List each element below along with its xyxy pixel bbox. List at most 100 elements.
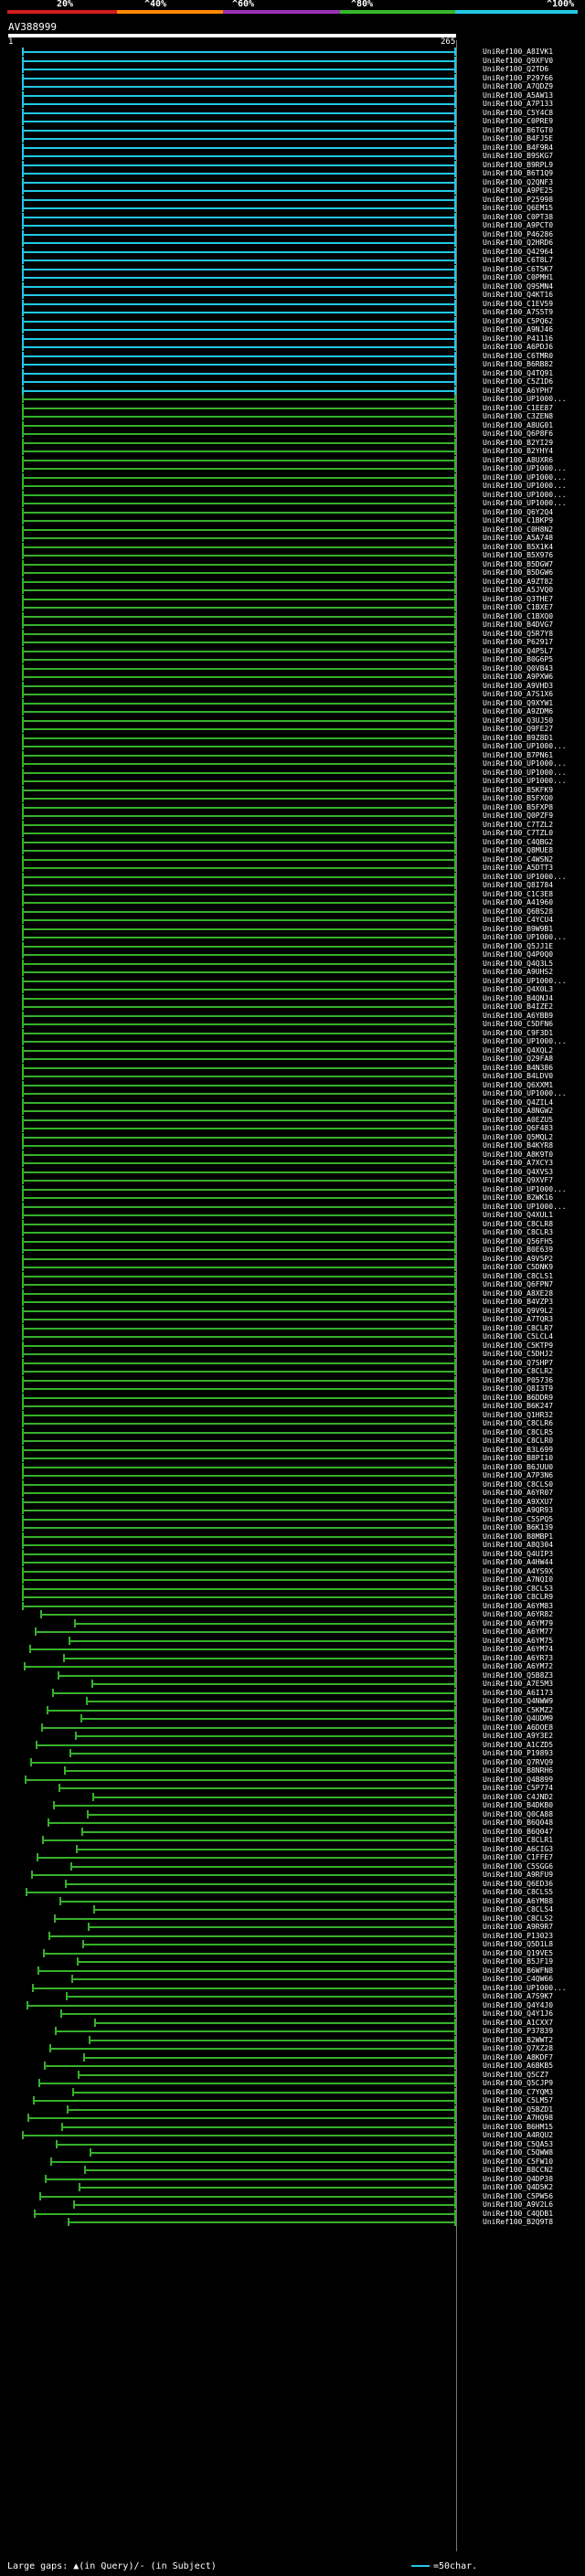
hit-name[interactable]: UniRef100_B9SKG7 xyxy=(483,152,553,160)
hit-row[interactable]: UniRef100_A6DOE8 xyxy=(0,1723,585,1732)
hit-name[interactable]: UniRef100_C8CLS0 xyxy=(483,1480,553,1489)
hit-row[interactable]: UniRef100_UP1000... xyxy=(0,1202,585,1211)
hit-name[interactable]: UniRef100_B6DDR9 xyxy=(483,1394,553,1402)
hit-name[interactable]: UniRef100_UP1000... xyxy=(483,769,567,777)
hit-name[interactable]: UniRef100_C8CLR9 xyxy=(483,1593,553,1601)
hit-row[interactable]: UniRef100_Q6FPN7 xyxy=(0,1280,585,1288)
hit-row[interactable]: UniRef100_C5DNK9 xyxy=(0,1263,585,1271)
hit-row[interactable]: UniRef100_A7P133 xyxy=(0,100,585,108)
hit-name[interactable]: UniRef100_C5SGG6 xyxy=(483,1862,553,1871)
hit-name[interactable]: UniRef100_UP1000... xyxy=(483,464,567,472)
hit-name[interactable]: UniRef100_B6Q048 xyxy=(483,1818,553,1827)
hit-row[interactable]: UniRef100_UP1000... xyxy=(0,872,585,881)
hit-row[interactable]: UniRef100_A41960 xyxy=(0,898,585,906)
hit-row[interactable]: UniRef100_Q4Q3L5 xyxy=(0,959,585,968)
hit-name[interactable]: UniRef100_Q5JJ1E xyxy=(483,942,553,950)
hit-row[interactable]: UniRef100_B4KYR8 xyxy=(0,1141,585,1150)
hit-row[interactable]: UniRef100_A6YM83 xyxy=(0,1601,585,1610)
hit-row[interactable]: UniRef100_C5KTP9 xyxy=(0,1341,585,1350)
hit-row[interactable]: UniRef100_C8CLR6 xyxy=(0,1419,585,1427)
hit-name[interactable]: UniRef100_B2YHY4 xyxy=(483,447,553,455)
hit-name[interactable]: UniRef100_C1BXE7 xyxy=(483,603,553,611)
hit-row[interactable]: UniRef100_Q19VE5 xyxy=(0,1948,585,1957)
hit-row[interactable]: UniRef100_Q4X0L3 xyxy=(0,985,585,993)
hit-row[interactable]: UniRef100_A7HQ98 xyxy=(0,2114,585,2122)
hit-row[interactable]: UniRef100_UP1000... xyxy=(0,482,585,490)
hit-row[interactable]: UniRef100_A9VHD3 xyxy=(0,681,585,690)
hit-name[interactable]: UniRef100_Q4DP38 xyxy=(483,2175,553,2183)
hit-row[interactable]: UniRef100_C8CLS3 xyxy=(0,1584,585,1593)
hit-name[interactable]: UniRef100_UP1000... xyxy=(483,873,567,881)
hit-name[interactable]: UniRef100_P41116 xyxy=(483,334,553,343)
hit-row[interactable]: UniRef100_Q3UJ50 xyxy=(0,716,585,725)
hit-row[interactable]: UniRef100_A6I173 xyxy=(0,1688,585,1697)
hit-row[interactable]: UniRef100_Q42964 xyxy=(0,247,585,256)
hit-row[interactable]: UniRef100_C5LCL4 xyxy=(0,1332,585,1341)
hit-row[interactable]: UniRef100_UP1000... xyxy=(0,472,585,482)
hit-name[interactable]: UniRef100_Q2TD6 xyxy=(483,65,548,73)
hit-name[interactable]: UniRef100_B6T1Q9 xyxy=(483,169,553,177)
hit-row[interactable]: UniRef100_Q4UIP3 xyxy=(0,1549,585,1558)
hit-name[interactable]: UniRef100_Q3UJ50 xyxy=(483,716,553,725)
hit-name[interactable]: UniRef100_C5Z1D6 xyxy=(483,377,553,386)
hit-row[interactable]: UniRef100_A9V2L6 xyxy=(0,2200,585,2209)
hit-name[interactable]: UniRef100_Q8MUE8 xyxy=(483,846,553,854)
hit-row[interactable]: UniRef100_Q6ED36 xyxy=(0,1879,585,1888)
hit-name[interactable]: UniRef100_C6T8L7 xyxy=(483,256,553,264)
hit-row[interactable]: UniRef100_Q9FE27 xyxy=(0,725,585,733)
hit-name[interactable]: UniRef100_C6T5K7 xyxy=(483,265,553,273)
hit-name[interactable]: UniRef100_UP1000... xyxy=(483,759,567,768)
hit-name[interactable]: UniRef100_A8K9T0 xyxy=(483,1150,553,1159)
hit-name[interactable]: UniRef100_UP1000... xyxy=(483,1037,567,1045)
hit-name[interactable]: UniRef100_Q4XVS3 xyxy=(483,1168,553,1176)
hit-row[interactable]: UniRef100_A1CXX7 xyxy=(0,2018,585,2027)
hit-name[interactable]: UniRef100_B5DGW6 xyxy=(483,568,553,577)
hit-row[interactable]: UniRef100_C8CLR1 xyxy=(0,1836,585,1844)
hit-row[interactable]: UniRef100_B8NRH6 xyxy=(0,1766,585,1775)
hit-name[interactable]: UniRef100_A9NJ46 xyxy=(483,325,553,334)
hit-row[interactable]: UniRef100_Q7XZ28 xyxy=(0,2044,585,2052)
hit-row[interactable]: UniRef100_B9SKG7 xyxy=(0,152,585,160)
hit-row[interactable]: UniRef100_C3ZEN8 xyxy=(0,412,585,420)
hit-row[interactable]: UniRef100_C8CLR0 xyxy=(0,1436,585,1445)
hit-row[interactable]: UniRef100_A7QDZ9 xyxy=(0,82,585,90)
hit-name[interactable]: UniRef100_C5DNK9 xyxy=(483,1263,553,1271)
hit-row[interactable]: UniRef100_Q4DP38 xyxy=(0,2174,585,2183)
hit-name[interactable]: UniRef100_Q4NWW9 xyxy=(483,1697,553,1705)
hit-name[interactable]: UniRef100_Q4X0L3 xyxy=(483,985,553,993)
hit-row[interactable]: UniRef100_C8CLR8 xyxy=(0,1219,585,1228)
hit-name[interactable]: UniRef100_C5KTP9 xyxy=(483,1341,553,1350)
hit-row[interactable]: UniRef100_Q9XYW1 xyxy=(0,698,585,707)
hit-name[interactable]: UniRef100_P29766 xyxy=(483,74,553,82)
hit-row[interactable]: UniRef100_Q6P8F6 xyxy=(0,429,585,438)
hit-row[interactable]: UniRef100_Q4P5L7 xyxy=(0,646,585,655)
hit-name[interactable]: UniRef100_A9QR93 xyxy=(483,1506,553,1514)
hit-name[interactable]: UniRef100_C8CLS1 xyxy=(483,1272,553,1280)
hit-row[interactable]: UniRef100_B8MBP1 xyxy=(0,1532,585,1541)
hit-name[interactable]: UniRef100_A9RFU9 xyxy=(483,1871,553,1879)
hit-name[interactable]: UniRef100_B9RPL9 xyxy=(483,161,553,169)
hit-name[interactable]: UniRef100_B4N386 xyxy=(483,1064,553,1072)
hit-name[interactable]: UniRef100_C1BXQ0 xyxy=(483,612,553,620)
hit-name[interactable]: UniRef100_C8CLR2 xyxy=(483,1367,553,1375)
hit-name[interactable]: UniRef100_A9UHS2 xyxy=(483,968,553,976)
hit-row[interactable]: UniRef100_Q6BS28 xyxy=(0,906,585,916)
hit-name[interactable]: UniRef100_A7S5T9 xyxy=(483,308,553,316)
hit-row[interactable]: UniRef100_A9NJ46 xyxy=(0,325,585,334)
hit-row[interactable]: UniRef100_Q2HRD6 xyxy=(0,239,585,247)
hit-name[interactable]: UniRef100_A7P133 xyxy=(483,100,553,108)
hit-name[interactable]: UniRef100_C4JND2 xyxy=(483,1793,553,1801)
hit-name[interactable]: UniRef100_C8CLR1 xyxy=(483,1836,553,1844)
hit-name[interactable]: UniRef100_C8CLR3 xyxy=(483,1228,553,1236)
hit-row[interactable]: UniRef100_A7E5M3 xyxy=(0,1680,585,1688)
hit-name[interactable]: UniRef100_Q8I3T9 xyxy=(483,1384,553,1393)
hit-row[interactable]: UniRef100_A9RFU9 xyxy=(0,1871,585,1879)
hit-row[interactable]: UniRef100_C0PMH1 xyxy=(0,273,585,281)
hit-name[interactable]: UniRef100_Q7RVQ9 xyxy=(483,1758,553,1766)
hit-row[interactable]: UniRef100_B3L699 xyxy=(0,1445,585,1454)
hit-name[interactable]: UniRef100_UP1000... xyxy=(483,1984,567,1992)
hit-row[interactable]: UniRef100_B7PN61 xyxy=(0,750,585,759)
hit-name[interactable]: UniRef100_P13023 xyxy=(483,1932,553,1940)
hit-name[interactable]: UniRef100_B3L699 xyxy=(483,1446,553,1454)
hit-row[interactable]: UniRef100_A8IVK1 xyxy=(0,48,585,56)
